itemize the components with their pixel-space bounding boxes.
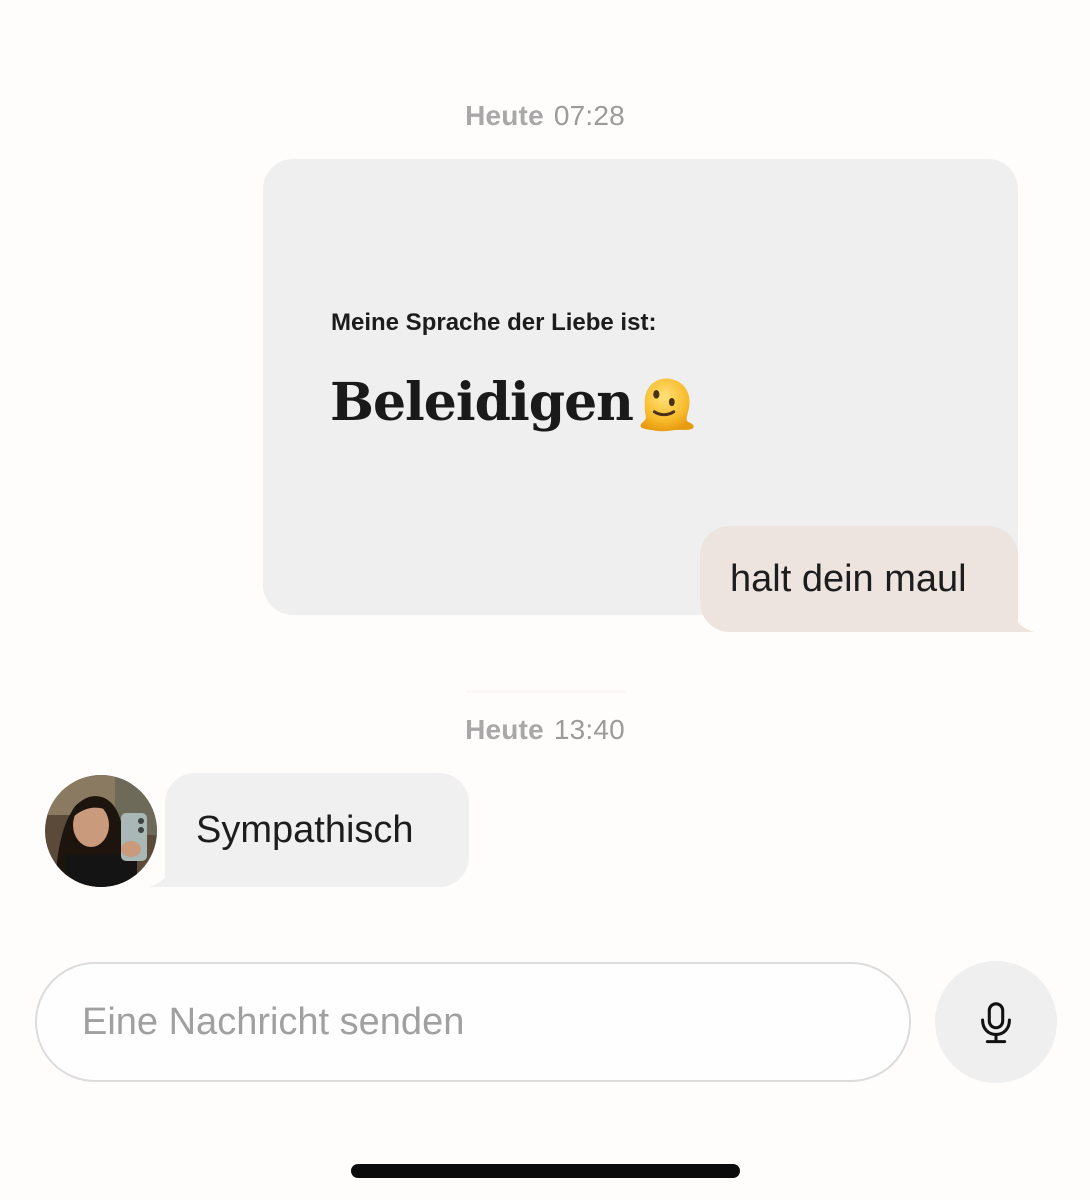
outgoing-bubble-tail xyxy=(998,602,1034,632)
prompt-answer: Beleidigen xyxy=(330,371,634,433)
outgoing-message-bubble[interactable]: halt dein maul xyxy=(700,526,1034,632)
message-composer[interactable] xyxy=(35,962,911,1082)
timestamp-divider: Heute 13:40 xyxy=(0,714,1090,746)
timestamp-day: Heute xyxy=(465,714,544,745)
incoming-bubble-tail xyxy=(149,857,185,887)
incoming-message-text: Sympathisch xyxy=(196,808,414,851)
timestamp-divider: Heute 07:28 xyxy=(0,100,1090,132)
prompt-question: Meine Sprache der Liebe ist: xyxy=(331,309,657,336)
timestamp-time: 07:28 xyxy=(553,100,625,131)
timestamp-time: 13:40 xyxy=(553,714,625,745)
microphone-icon xyxy=(981,1002,1011,1044)
melting-face-emoji-icon xyxy=(635,373,697,435)
avatar[interactable] xyxy=(45,775,157,887)
outgoing-message-text: halt dein maul xyxy=(730,557,967,600)
voice-message-button[interactable] xyxy=(935,961,1057,1083)
message-input[interactable] xyxy=(80,999,909,1045)
divider xyxy=(466,690,626,693)
incoming-message-bubble[interactable]: Sympathisch xyxy=(149,773,469,887)
home-indicator[interactable] xyxy=(351,1164,740,1178)
prompt-answer-row: Beleidigen xyxy=(330,371,697,433)
timestamp-day: Heute xyxy=(465,100,544,131)
